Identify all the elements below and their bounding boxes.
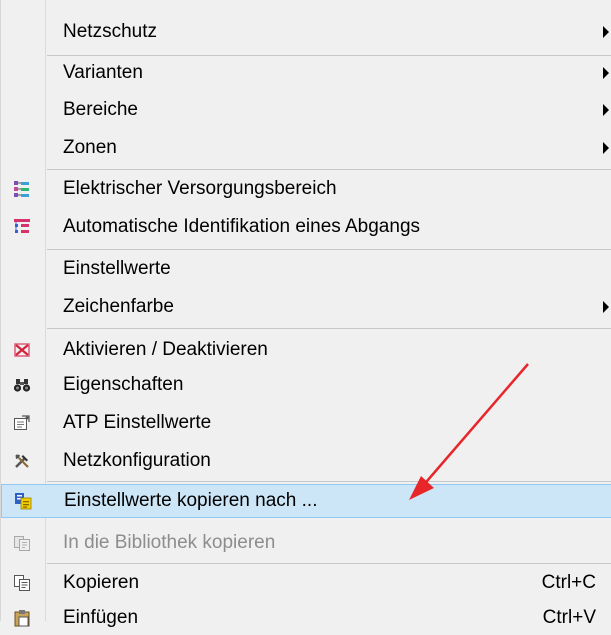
annotation-arrow-shaft [420,363,529,489]
annotation-arrow-head [409,476,434,500]
annotation-arrow [409,363,529,500]
context-menu: Netzschutz Varianten Bereiche Zonen Elek… [0,0,611,628]
